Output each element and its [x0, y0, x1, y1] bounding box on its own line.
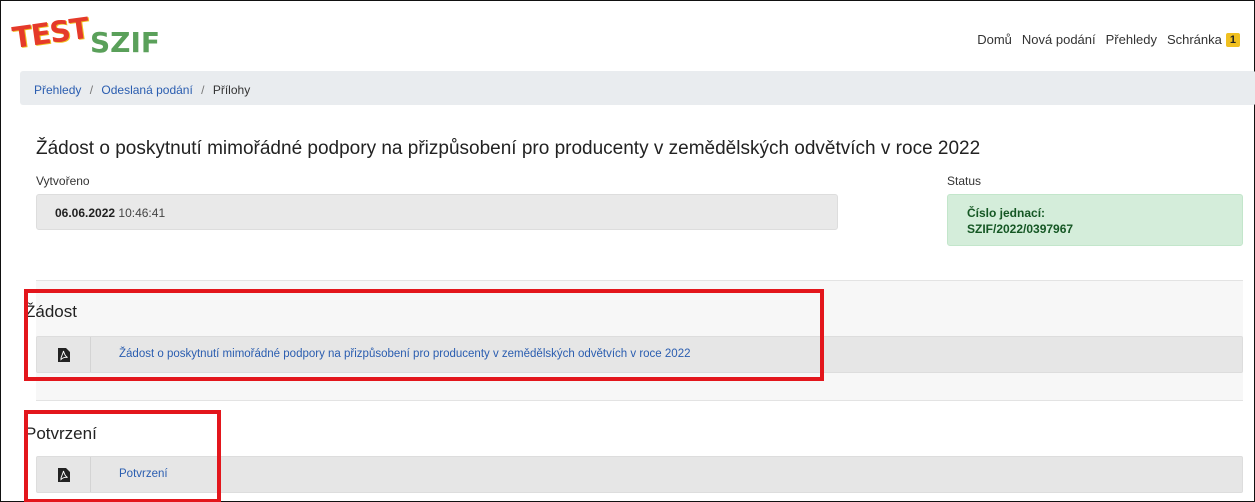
page-title: Žádost o poskytnutí mimořádné podpory na… [36, 138, 981, 159]
nav-home[interactable]: Domů [977, 32, 1012, 47]
inbox-count-badge[interactable]: 1 [1225, 32, 1240, 47]
status-badge: Číslo jednací: SZIF/2022/0397967 [947, 194, 1243, 246]
status-reference-number: SZIF/2022/0397967 [967, 222, 1074, 236]
breadcrumb-separator: / [201, 83, 205, 97]
breadcrumb-attachments: Přílohy [212, 83, 251, 97]
szif-logo[interactable]: TEST SZIF [10, 11, 175, 59]
nav-new-submissions[interactable]: Nová podání [1022, 32, 1096, 47]
breadcrumb: Přehledy / Odeslaná podání / Přílohy [20, 71, 1255, 105]
logo-szif-text: SZIF [90, 26, 161, 59]
breadcrumb-sent-submissions[interactable]: Odeslaná podání [101, 83, 192, 97]
header-bar: TEST SZIF Domů Nová podání Přehledy Schr… [1, 1, 1254, 69]
top-nav: Domů Nová podání Přehledy Schránka 1 [967, 32, 1240, 47]
created-time: 10:46:41 [118, 206, 166, 220]
status-label: Status [947, 174, 982, 188]
highlight-box-confirmation [24, 410, 221, 502]
nav-overviews[interactable]: Přehledy [1106, 32, 1157, 47]
created-label: Vytvořeno [36, 174, 90, 188]
breadcrumb-overviews[interactable]: Přehledy [34, 83, 81, 97]
breadcrumb-separator: / [89, 83, 94, 97]
logo-test-text: TEST [10, 10, 91, 55]
status-reference-label: Číslo jednací: [967, 206, 1046, 220]
created-value: 06.06.2022 10:46:41 [36, 194, 838, 230]
highlight-box-application [24, 289, 824, 381]
created-date: 06.06.2022 [55, 206, 116, 220]
nav-inbox[interactable]: Schránka [1167, 32, 1222, 47]
